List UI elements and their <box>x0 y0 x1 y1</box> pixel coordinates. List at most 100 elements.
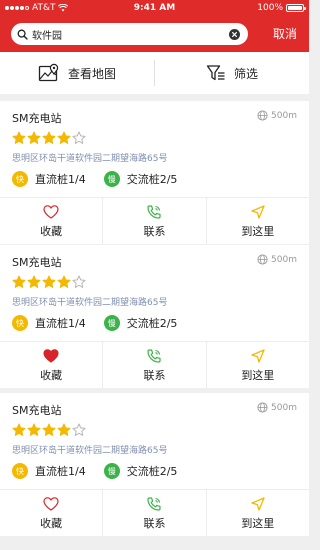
ac-charger-count: 交流桩2/5 <box>126 317 178 330</box>
globe-icon <box>257 402 268 413</box>
navigation-arrow-icon <box>251 496 265 511</box>
map-icon <box>38 63 59 82</box>
card-actions: 收藏 联系 到这里 <box>0 489 309 536</box>
star-empty-icon <box>72 275 86 288</box>
heart-filled-icon <box>43 348 59 363</box>
dc-charger: 快 直流桩1/4 <box>12 315 86 331</box>
favorite-label: 收藏 <box>40 368 63 382</box>
view-map-label: 查看地图 <box>67 66 116 81</box>
navigate-button[interactable]: 到这里 <box>207 198 309 244</box>
battery-icon <box>286 4 306 12</box>
view-map-button[interactable]: 查看地图 <box>0 52 154 94</box>
search-bar[interactable]: 软件园 <box>11 23 248 45</box>
dc-charger-count: 直流桩1/4 <box>35 465 86 478</box>
star-filled-icon <box>57 275 71 288</box>
station-address: 思明区环岛干道软件园二期望海路65号 <box>12 298 168 308</box>
station-card[interactable]: SM充电站 500m 思明区环岛干道软件园二期望海路65号 快 直流桩1/4 慢… <box>0 101 309 244</box>
station-distance: 500m <box>257 402 297 413</box>
star-filled-icon <box>12 275 26 288</box>
station-card[interactable]: SM充电站 500m 思明区环岛干道软件园二期望海路65号 快 直流桩1/4 慢… <box>0 245 309 388</box>
distance-value: 500m <box>271 402 297 413</box>
toolbar: 查看地图 筛选 <box>0 52 309 94</box>
fast-badge: 快 <box>12 463 28 479</box>
header-bar: AT&T 9:41 AM 100% 软件园 取消 <box>0 0 309 52</box>
navigate-label: 到这里 <box>241 516 275 530</box>
slow-badge: 慢 <box>103 463 120 479</box>
star-filled-icon <box>27 423 41 436</box>
station-name: SM充电站 <box>12 256 62 269</box>
rating-stars <box>12 423 86 437</box>
battery-info: 100% <box>257 3 306 13</box>
globe-icon <box>257 254 268 265</box>
rating-stars <box>12 275 86 289</box>
slow-badge: 慢 <box>103 171 120 187</box>
charger-info: 快 直流桩1/4 慢 交流桩2/5 <box>12 315 195 331</box>
globe-icon <box>257 110 268 121</box>
favorite-label: 收藏 <box>40 516 63 530</box>
star-filled-icon <box>42 275 56 288</box>
star-filled-icon <box>27 275 41 288</box>
star-empty-icon <box>72 131 86 144</box>
dc-charger-count: 直流桩1/4 <box>35 173 86 186</box>
distance-value: 500m <box>271 254 297 265</box>
dc-charger: 快 直流桩1/4 <box>12 463 86 479</box>
charger-info: 快 直流桩1/4 慢 交流桩2/5 <box>12 171 195 187</box>
filter-label: 筛选 <box>233 66 258 81</box>
star-filled-icon <box>12 131 26 144</box>
clear-search-icon[interactable] <box>229 28 240 40</box>
rating-stars <box>12 131 86 145</box>
filter-button[interactable]: 筛选 <box>155 52 309 94</box>
cancel-button[interactable]: 取消 <box>273 25 297 42</box>
contact-button[interactable]: 联系 <box>103 490 207 536</box>
star-filled-icon <box>57 423 71 436</box>
navigate-button[interactable]: 到这里 <box>207 490 309 536</box>
station-address: 思明区环岛干道软件园二期望海路65号 <box>12 446 168 456</box>
heart-outline-icon <box>43 204 59 219</box>
ac-charger-count: 交流桩2/5 <box>126 173 178 186</box>
favorite-button[interactable]: 收藏 <box>0 342 104 388</box>
contact-button[interactable]: 联系 <box>103 198 207 244</box>
charger-info: 快 直流桩1/4 慢 交流桩2/5 <box>12 463 195 479</box>
ac-charger: 慢 交流桩2/5 <box>103 315 178 331</box>
station-distance: 500m <box>257 254 297 265</box>
station-address: 思明区环岛干道软件园二期望海路65号 <box>12 154 168 164</box>
fast-badge: 快 <box>12 315 28 331</box>
station-name: SM充电站 <box>12 404 62 417</box>
favorite-label: 收藏 <box>40 224 63 238</box>
card-actions: 收藏 联系 到这里 <box>0 341 309 388</box>
contact-label: 联系 <box>143 224 166 238</box>
phone-icon <box>147 348 162 363</box>
navigate-label: 到这里 <box>241 368 275 382</box>
star-filled-icon <box>27 131 41 144</box>
station-name: SM充电站 <box>12 112 62 125</box>
search-icon <box>17 29 28 40</box>
star-filled-icon <box>42 131 56 144</box>
filter-icon <box>206 65 225 81</box>
dc-charger: 快 直流桩1/4 <box>12 171 86 187</box>
dc-charger-count: 直流桩1/4 <box>35 317 86 330</box>
navigation-arrow-icon <box>251 348 265 363</box>
star-filled-icon <box>12 423 26 436</box>
ac-charger: 慢 交流桩2/5 <box>103 171 178 187</box>
ac-charger: 慢 交流桩2/5 <box>103 463 178 479</box>
fast-badge: 快 <box>12 171 28 187</box>
contact-button[interactable]: 联系 <box>103 342 207 388</box>
ac-charger-count: 交流桩2/5 <box>126 465 178 478</box>
contact-label: 联系 <box>143 516 166 530</box>
phone-icon <box>147 496 162 511</box>
favorite-button[interactable]: 收藏 <box>0 490 104 536</box>
status-bar: AT&T 9:41 AM 100% <box>0 0 309 17</box>
navigate-label: 到这里 <box>241 224 275 238</box>
navigate-button[interactable]: 到这里 <box>207 342 309 388</box>
star-filled-icon <box>42 423 56 436</box>
station-distance: 500m <box>257 110 297 121</box>
card-actions: 收藏 联系 到这里 <box>0 197 309 244</box>
search-input[interactable]: 软件园 <box>32 27 229 42</box>
navigation-arrow-icon <box>251 204 265 219</box>
station-card[interactable]: SM充电站 500m 思明区环岛干道软件园二期望海路65号 快 直流桩1/4 慢… <box>0 393 309 536</box>
battery-percent: 100% <box>257 3 283 13</box>
star-empty-icon <box>72 423 86 436</box>
distance-value: 500m <box>271 110 297 121</box>
favorite-button[interactable]: 收藏 <box>0 198 104 244</box>
star-filled-icon <box>57 131 71 144</box>
